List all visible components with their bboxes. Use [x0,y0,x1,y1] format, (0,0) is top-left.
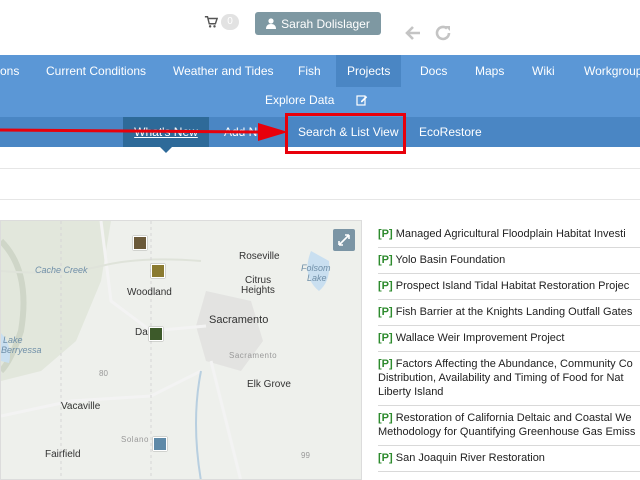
nav-item-weather-and-tides[interactable]: Weather and Tides [173,55,274,87]
divider [0,199,640,200]
map-label: Sacramento [229,351,278,360]
project-title-line: [P] Managed Agricultural Floodplain Habi… [378,227,640,241]
map-label: Elk Grove [247,379,291,390]
map-project-marker[interactable] [153,437,167,451]
project-list-item[interactable]: [P] Wallace Weir Improvement Project [378,326,640,352]
project-list-item[interactable]: [P] Restoration of California Deltaic an… [378,406,640,446]
explore-data-label: Explore Data [265,93,335,107]
map-fullscreen-button[interactable] [333,229,355,251]
project-title-line: [P] San Joaquin River Restoration [378,451,640,465]
map-label: 80 [99,369,108,378]
back-arrow-icon[interactable] [404,24,422,42]
project-title[interactable]: Liberty Island [378,386,443,398]
map-label: Heights [241,285,275,296]
project-title[interactable]: Fish Barrier at the Knights Landing Outf… [396,306,633,318]
expand-icon [338,234,350,246]
map-label: Lake [307,273,327,283]
project-list-item[interactable]: [P] Yolo Basin Foundation [378,248,640,274]
project-title[interactable]: Yolo Basin Foundation [396,254,506,266]
active-tab-caret [160,147,172,153]
user-name: Sarah Dolislager [281,16,370,31]
refresh-icon[interactable] [434,24,452,42]
map-label: Da [135,327,148,338]
user-icon [266,18,277,29]
projects-map[interactable]: Roseville Cache Creek Folsom Lake Citrus… [0,220,362,480]
user-account-button[interactable]: Sarah Dolislager [255,12,381,35]
map-project-marker[interactable] [133,236,147,250]
map-label: Berryessa [1,345,42,355]
project-list-item[interactable]: [P] San Joaquin River Restoration [378,446,640,472]
map-label: Folsom [301,263,331,273]
nav-item-wiki[interactable]: Wiki [532,55,555,87]
project-type-tag: [P] [378,306,393,318]
project-title-line: Distribution, Availability and Timing of… [378,371,640,385]
project-title-line: [P] Yolo Basin Foundation [378,253,640,267]
map-label: Sacramento [209,314,269,326]
project-list-item[interactable]: [P] Managed Agricultural Floodplain Habi… [378,222,640,248]
cart-button[interactable]: 0 [204,14,239,30]
nav-item-partial[interactable]: ons [0,55,19,87]
map-project-marker[interactable] [149,327,163,341]
project-list-item[interactable]: [P] Factors Affecting the Abundance, Com… [378,352,640,406]
project-type-tag: [P] [378,332,393,344]
map-project-marker[interactable] [151,264,165,278]
map-label: Cache Creek [35,265,88,275]
project-title[interactable]: Restoration of California Deltaic and Co… [396,412,632,424]
project-type-tag: [P] [378,412,393,424]
project-title[interactable]: Wallace Weir Improvement Project [396,332,565,344]
project-type-tag: [P] [378,228,393,240]
project-type-tag: [P] [378,254,393,266]
project-type-tag: [P] [378,280,393,292]
project-title-line: [P] Restoration of California Deltaic an… [378,411,640,425]
nav-item-current-conditions[interactable]: Current Conditions [46,55,146,87]
project-title[interactable]: Managed Agricultural Floodplain Habitat … [396,228,626,240]
map-label: Solano [121,435,149,444]
map-label: Fairfield [45,449,81,460]
project-title-line: [P] Factors Affecting the Abundance, Com… [378,357,640,371]
project-list: [P] Managed Agricultural Floodplain Habi… [378,222,640,472]
cart-icon [204,16,218,28]
project-title-line: [P] Prospect Island Tidal Habitat Restor… [378,279,640,293]
main-navigation: ons Current Conditions Weather and Tides… [0,55,640,117]
map-label: 99 [301,451,310,460]
project-title-line: [P] Fish Barrier at the Knights Landing … [378,305,640,319]
map-label: Roseville [239,251,280,262]
edit-icon [356,95,368,106]
map-basemap [1,221,330,479]
project-title-line: Liberty Island [378,385,640,399]
annotation-arrow [0,123,288,141]
project-title-line: [P] Wallace Weir Improvement Project [378,331,640,345]
project-type-tag: [P] [378,358,393,370]
project-title-line: Methodology for Quantifying Greenhouse G… [378,425,640,439]
project-title[interactable]: Distribution, Availability and Timing of… [378,372,624,384]
project-title[interactable]: Methodology for Quantifying Greenhouse G… [378,426,635,438]
nav-item-docs[interactable]: Docs [420,55,447,87]
project-list-item[interactable]: [P] Prospect Island Tidal Habitat Restor… [378,274,640,300]
project-title[interactable]: Prospect Island Tidal Habitat Restoratio… [396,280,630,292]
project-type-tag: [P] [378,452,393,464]
history-controls [404,24,452,42]
nav-item-maps[interactable]: Maps [475,55,504,87]
map-label: Lake [3,335,23,345]
project-title[interactable]: Factors Affecting the Abundance, Communi… [396,358,633,370]
nav-item-projects[interactable]: Projects [336,55,402,87]
subnav-ecorestore[interactable]: EcoRestore [419,117,482,147]
cart-count-badge: 0 [221,14,239,30]
nav-item-fish[interactable]: Fish [298,55,321,87]
divider [0,168,640,169]
project-list-item[interactable]: [P] Fish Barrier at the Knights Landing … [378,300,640,326]
map-label: Woodland [127,287,172,298]
annotation-highlight-box [285,113,406,154]
explore-data-link[interactable]: Explore Data [265,93,368,107]
top-bar: 0 Sarah Dolislager [0,0,640,55]
project-title[interactable]: San Joaquin River Restoration [396,452,545,464]
map-label: Vacaville [61,401,101,412]
nav-item-workgroup[interactable]: Workgroup [584,55,640,87]
